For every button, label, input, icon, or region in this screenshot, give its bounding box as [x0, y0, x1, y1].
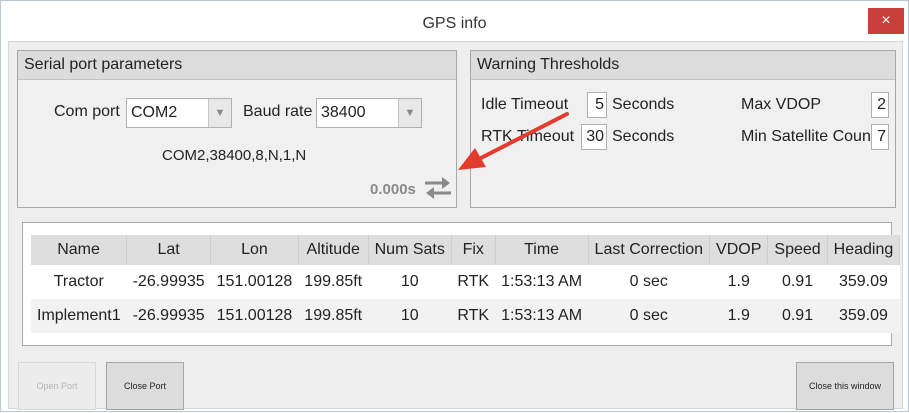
gps-info-window: GPS info × Serial port parameters Com po…: [0, 0, 909, 412]
annotation-arrow-icon: [458, 112, 569, 170]
